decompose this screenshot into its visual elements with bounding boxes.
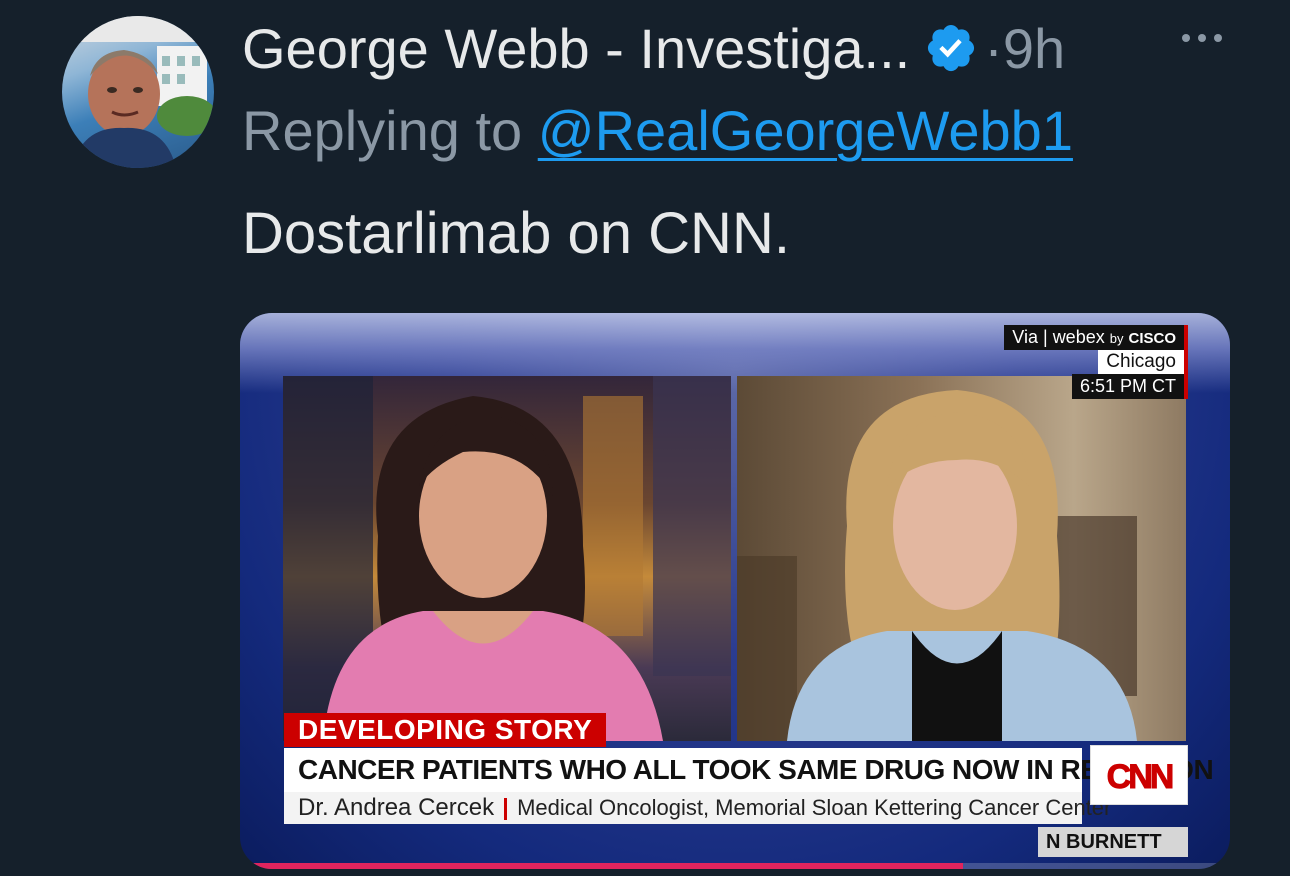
tweet-media-image[interactable]: Via | webex by CISCO Chicago 6:51 PM CT … [240, 313, 1230, 869]
reply-prefix: Replying to [242, 99, 523, 162]
reply-handle-link[interactable]: @RealGeorgeWebb1 [538, 99, 1073, 162]
broadcast-clock: 6:51 PM CT [1071, 374, 1188, 399]
guest-name: Dr. Andrea Cercek [298, 794, 495, 821]
reply-context: Replying to @RealGeorgeWebb1 [242, 98, 1073, 163]
anchor-video-panel [283, 376, 731, 741]
tweet-text: Dostarlimab on CNN. [242, 201, 790, 266]
guest-title: Medical Oncologist, Memorial Sloan Kette… [517, 795, 1112, 820]
video-progress-bar[interactable] [240, 863, 1230, 869]
guest-caption: Dr. Andrea Cercek Medical Oncologist, Mem… [284, 792, 1111, 824]
cnn-logo: CNN [1090, 745, 1188, 805]
via-webex-badge: Via | webex by CISCO [1004, 325, 1188, 350]
tweet[interactable]: George Webb - Investiga... · 9h Replying… [0, 0, 1290, 876]
separator-dot: · [984, 16, 1003, 80]
guest-video-panel [737, 376, 1186, 741]
tweet-time[interactable]: 9h [1003, 16, 1065, 81]
network-bug: Via | webex by CISCO Chicago 6:51 PM CT [1004, 325, 1188, 399]
developing-story-tag: DEVELOPING STORY [284, 713, 607, 747]
avatar[interactable] [62, 16, 214, 168]
verified-badge-icon [928, 24, 975, 72]
more-options-icon[interactable] [1180, 28, 1224, 48]
video-progress-fill [240, 863, 963, 869]
tweet-header: George Webb - Investiga... · 9h [242, 8, 1065, 88]
show-name-label: N BURNETT [1038, 827, 1188, 857]
svg-text:CNN: CNN [1107, 758, 1173, 796]
caption-divider [504, 798, 508, 821]
location-label: Chicago [1098, 350, 1188, 374]
chyron-headline: CANCER PATIENTS WHO ALL TOOK SAME DRUG N… [284, 748, 1214, 792]
display-name[interactable]: George Webb - Investiga... [242, 16, 910, 81]
